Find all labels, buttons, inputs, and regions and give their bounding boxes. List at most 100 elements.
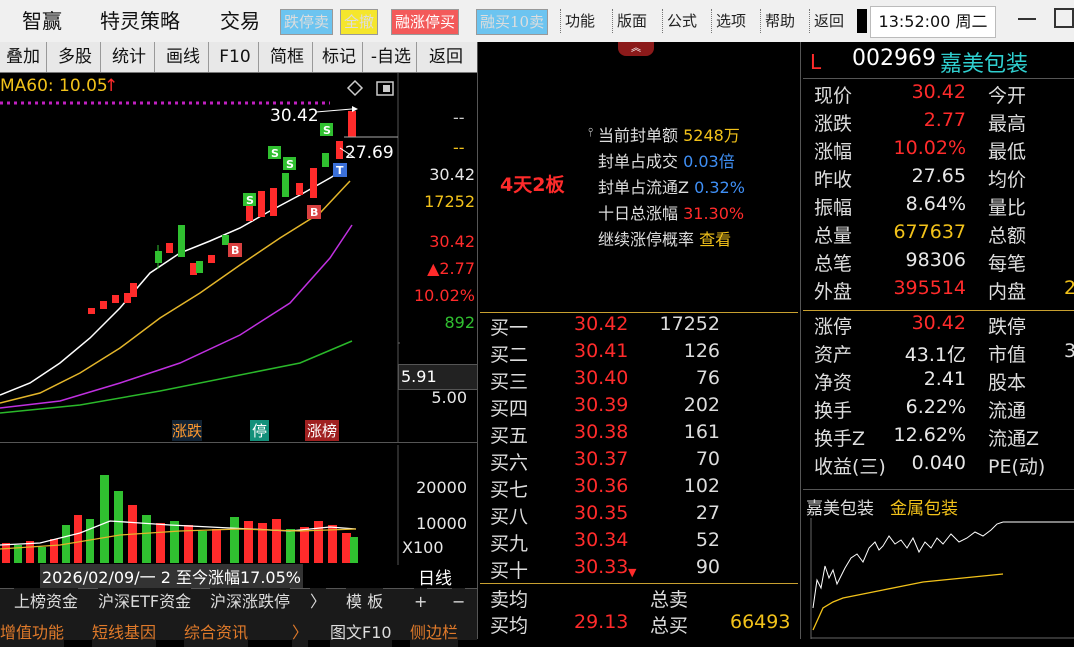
- order-row: 买五 30.38 161: [490, 421, 720, 447]
- vol-unit: X100: [402, 538, 444, 557]
- vol-axis-20000: 20000: [416, 478, 467, 497]
- limit-info: 当前封单额 5248万 封单占成交 0.03倍 封单占流通Z 0.32% 十日总…: [598, 122, 798, 252]
- function-menu[interactable]: 功能: [560, 9, 599, 33]
- board-count: 4天2板: [500, 174, 565, 196]
- stock-code: 002969: [852, 46, 936, 71]
- separator-block: [857, 9, 867, 33]
- svg-text:B: B: [231, 244, 239, 257]
- menu-strategy[interactable]: 特灵策略: [100, 0, 180, 42]
- options-menu[interactable]: 选项: [711, 9, 750, 33]
- maximize-icon[interactable]: [1054, 8, 1074, 28]
- menu-trade[interactable]: 交易: [220, 0, 260, 42]
- kline-chart[interactable]: S S S S B B T: [0, 73, 400, 443]
- order-row: 买四 30.39 202: [490, 394, 720, 420]
- vol-axis-10000: 10000: [416, 514, 467, 533]
- order-row: 买一 30.42 17252: [490, 313, 720, 339]
- formula-menu[interactable]: 公式: [662, 9, 701, 33]
- axis-dash: --: [453, 108, 465, 127]
- fund-row: 换手Z 12.62% 流通Z: [814, 424, 1040, 450]
- draw-line-button[interactable]: 画线: [158, 42, 209, 72]
- help-menu[interactable]: 帮助: [760, 9, 799, 33]
- tab-next-arrow[interactable]: 〉: [310, 588, 327, 616]
- order-row: 买八 30.35 27: [490, 502, 720, 528]
- orderbook-bottom-line: [480, 583, 798, 584]
- svg-text:S: S: [323, 124, 331, 137]
- multi-stock-button[interactable]: 多股: [50, 42, 101, 72]
- limit-updown-marker[interactable]: 涨跌: [172, 420, 203, 441]
- layout-menu[interactable]: 版面: [612, 9, 651, 33]
- limit-line-4: 十日总涨幅 31.30%: [598, 204, 745, 223]
- quote-row: 昨收 27.65 均价: [814, 165, 1027, 191]
- order-row: 买六 30.37 70: [490, 448, 720, 474]
- tab-top-list-funds[interactable]: 上榜资金: [14, 588, 79, 616]
- tab-value-added[interactable]: 增值功能: [0, 619, 65, 647]
- quote-row: 涨跌 2.77 最高: [814, 109, 1027, 135]
- collapse-icon[interactable]: ︽: [618, 42, 654, 56]
- order-row: 买十 30.33 90: [490, 556, 720, 582]
- panel-divider-left: [477, 42, 478, 639]
- chart-back-button[interactable]: 返回: [420, 42, 472, 72]
- quote-row: 振幅 8.64% 量比: [814, 193, 1027, 219]
- tab-add[interactable]: +: [414, 588, 428, 616]
- statistics-button[interactable]: 统计: [104, 42, 155, 72]
- header-divider: [803, 78, 1074, 79]
- order-row: 买二 30.41 126: [490, 340, 720, 366]
- tab-limit-updown[interactable]: 沪深涨跌停: [210, 588, 291, 616]
- f10-button[interactable]: F10: [212, 42, 259, 72]
- date-range-label: 2026/02/09/一 2 至今涨幅17.05%: [40, 564, 303, 588]
- view-probability-link[interactable]: 查看: [699, 230, 731, 249]
- margin-limit-up-buy-button[interactable]: 融涨停买: [391, 9, 460, 35]
- fund-row: 收益(三) 0.040 PE(动): [814, 452, 1046, 478]
- limit-line-1: 当前封单额 5248万: [598, 126, 740, 145]
- industry-sector[interactable]: 金属包装: [890, 494, 958, 519]
- simple-frame-button[interactable]: 简框: [262, 42, 313, 72]
- axis-dash-2: --: [453, 138, 465, 157]
- axis-low: 5.00: [431, 388, 467, 407]
- intraday-mini-chart[interactable]: [803, 518, 1074, 639]
- margin-buy-10-sell-button[interactable]: 融买10卖: [476, 9, 549, 35]
- quote-row: 涨幅 10.02% 最低: [814, 137, 1027, 163]
- industry-stock-name[interactable]: 嘉美包装: [806, 494, 874, 519]
- top-list-marker[interactable]: 涨榜: [305, 420, 340, 441]
- quote-divider: [803, 310, 1074, 311]
- mark-button[interactable]: 标记: [316, 42, 363, 72]
- tab-etf-funds[interactable]: 沪深ETF资金: [98, 588, 192, 616]
- minimize-icon[interactable]: [1018, 18, 1036, 20]
- tab-sidebar[interactable]: 侧边栏: [410, 619, 459, 647]
- tab-remove[interactable]: −: [452, 588, 466, 616]
- down-arrow-icon: ▼: [628, 566, 637, 579]
- tab-next-arrow-2[interactable]: 〉: [292, 619, 309, 647]
- industry-divider: [803, 489, 1074, 490]
- quote-row: 总量 677637 总额: [814, 221, 1027, 247]
- svg-text:S: S: [271, 147, 279, 160]
- clock: 13:52:00 周二: [870, 6, 996, 38]
- tab-short-gene[interactable]: 短线基因: [92, 619, 157, 647]
- tab-news[interactable]: 综合资讯: [184, 619, 249, 647]
- order-row: 买三 30.40 76: [490, 367, 720, 393]
- limit-line-5: 继续涨停概率 查看: [598, 230, 732, 249]
- volume-chart[interactable]: [0, 445, 400, 565]
- order-row: 买七 30.36 102: [490, 475, 720, 501]
- high-price-label: 30.42: [270, 106, 319, 126]
- market-flag: L: [810, 50, 822, 74]
- current-price-label: 27.69: [345, 143, 394, 163]
- overlay-button[interactable]: 叠加: [0, 42, 47, 72]
- period-daily[interactable]: 日线: [418, 564, 452, 589]
- fund-row: 涨停 30.42 跌停: [814, 312, 1027, 338]
- back-menu[interactable]: 返回: [809, 9, 848, 33]
- tab-f10[interactable]: 图文F10: [330, 619, 392, 647]
- axis-change: ▲2.77: [427, 259, 475, 278]
- up-arrow-icon: ↑: [104, 76, 119, 96]
- halt-marker[interactable]: 停: [250, 420, 270, 441]
- cancel-all-button[interactable]: 全撤: [340, 9, 379, 35]
- limit-down-sell-button[interactable]: 跌停卖: [280, 9, 334, 35]
- panel-divider-right: [800, 42, 801, 639]
- quote-row: 总笔 98306 每笔: [814, 249, 1027, 275]
- ma60-label: MA60: 10.05: [0, 76, 108, 96]
- fund-row: 净资 2.41 股本: [814, 368, 1027, 394]
- tab-template[interactable]: 模 板: [346, 588, 384, 616]
- remove-watchlist-button[interactable]: -自选: [366, 42, 417, 72]
- stock-name[interactable]: 嘉美包装: [940, 46, 1028, 78]
- limit-line-3: 封单占流通Z 0.32%: [598, 178, 745, 197]
- menu-zhiying[interactable]: 智赢: [22, 0, 62, 42]
